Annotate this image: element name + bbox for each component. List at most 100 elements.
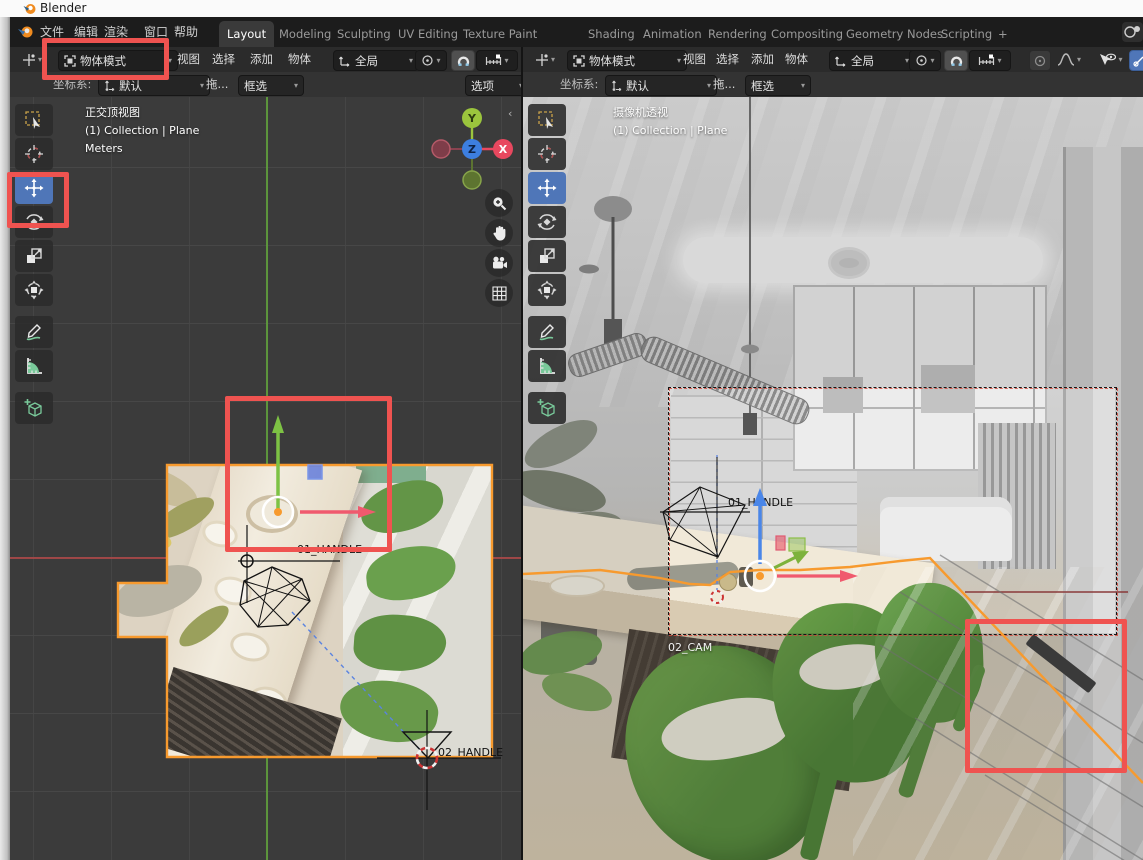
select-mode-dropdown[interactable]: 框选 ▾ [745,75,811,96]
menu-help[interactable]: 帮助 [174,17,198,47]
empty-02-handle-wireframe[interactable] [365,702,515,822]
mode-selector-label: 物体模式 [80,52,126,70]
measure-tool[interactable] [15,350,53,382]
menu-view[interactable]: 视图 [683,47,706,72]
rotate-tool-icon [24,212,44,232]
editor-type-button[interactable]: ▾ [529,50,561,69]
add-workspace-button[interactable]: + [990,21,1016,47]
show-overlays-toggle[interactable] [1129,50,1143,71]
select-box-tool[interactable] [15,104,53,136]
drag-label[interactable]: 拖... [206,72,228,97]
gizmo-z-plane-handle[interactable] [308,465,322,479]
viewport-splitter[interactable] [521,47,523,860]
move-tool[interactable] [15,172,53,204]
transform-tool[interactable] [528,274,566,306]
tab-texture-paint[interactable]: Texture Paint [455,21,545,47]
blender-logo-icon[interactable] [18,25,34,39]
gizmo-x-arrow[interactable] [840,570,858,582]
measure-tool-icon [537,356,557,376]
move-tool[interactable] [528,172,566,204]
pivot-point-dropdown[interactable]: ▾ [909,50,941,71]
snap-with-dropdown[interactable]: ▾ [476,50,518,71]
annotate-tool[interactable] [15,316,53,348]
tab-sculpting[interactable]: Sculpting [329,21,399,47]
select-box-tool[interactable] [528,104,566,136]
tab-animation[interactable]: Animation [635,21,710,47]
cursor-tool[interactable] [528,138,566,170]
proportional-falloff-dropdown[interactable]: ▾ [1050,50,1088,69]
add-cube-tool[interactable] [15,392,53,424]
rotate-tool-icon [537,212,557,232]
annotate-tool-icon [537,322,557,342]
transform-tool[interactable] [15,274,53,306]
rotate-tool[interactable] [15,206,53,238]
snap-with-dropdown[interactable]: ▾ [969,50,1011,71]
tab-layout[interactable]: Layout [219,21,274,47]
scale-tool[interactable] [15,240,53,272]
gizmo-x-plane-handle[interactable] [776,536,785,550]
scene-selector-icon[interactable] [1122,22,1143,42]
mode-selector-dropdown[interactable]: 物体模式 ▾ [58,50,178,71]
window-title: Blender [40,1,87,15]
camera-view-button[interactable] [485,249,513,277]
axis-neg-y-ball[interactable] [463,171,481,189]
transform-orientation-dropdown[interactable]: 全局 ▾ [829,50,915,71]
zoom-button[interactable] [485,189,513,217]
drag-label[interactable]: 拖... [713,72,735,97]
menu-object[interactable]: 物体 [288,47,311,72]
cursor-tool-icon [537,144,557,164]
left-viewport-toolbar [15,104,55,424]
annotate-tool[interactable] [528,316,566,348]
coordinate-system-dropdown[interactable]: 默认 ▾ [98,75,210,96]
rotate-tool[interactable] [528,206,566,238]
menu-edit[interactable]: 编辑 [74,17,98,47]
right-3d-viewport[interactable]: 01_HANDLE 02_CAM 摄像机透视 (1) Collection | … [523,97,1143,860]
pivot-point-dropdown[interactable]: ▾ [415,50,447,71]
editor-type-button[interactable]: ▾ [16,50,48,69]
menu-view[interactable]: 视图 [177,47,200,72]
left-3d-viewport[interactable]: 01_HANDLE 02_HANDLE 正交顶视图 (1) Collection… [10,97,521,860]
axis-neg-x-ball[interactable] [432,140,450,158]
gizmo-z-arrow[interactable] [753,488,767,506]
proportional-edit-toggle[interactable] [1029,50,1051,71]
menu-add[interactable]: 添加 [250,47,273,72]
snap-toggle-button[interactable] [451,50,475,71]
coordinate-axis-icon [611,80,622,92]
grid-toggle-button[interactable] [485,279,513,307]
menu-file[interactable]: 文件 [40,17,64,47]
menu-select[interactable]: 选择 [212,47,235,72]
menu-add[interactable]: 添加 [751,47,774,72]
tab-shading[interactable]: Shading [580,21,643,47]
cursor-tool[interactable] [15,138,53,170]
coordinate-system-dropdown[interactable]: 默认 ▾ [605,75,717,96]
scale-tool[interactable] [528,240,566,272]
left-tool-settings-bar: 坐标系: 默认 ▾ 拖... 框选 ▾ 选项 ▾ [10,72,521,98]
add-cube-tool[interactable] [528,392,566,424]
gizmo-y-arrow[interactable] [272,415,284,433]
sidebar-collapse-arrow[interactable]: ‹ [508,107,512,120]
move-gizmo[interactable] [708,472,868,612]
snap-toggle-button[interactable] [944,50,968,71]
add-cube-tool-icon [537,398,557,418]
select-mode-dropdown[interactable]: 框选 ▾ [238,75,304,96]
navigation-axis-gizmo[interactable]: Y X Z [430,107,514,191]
transform-tool-icon [537,280,557,300]
menu-window[interactable]: 窗口 [144,17,168,47]
move-gizmo[interactable] [228,407,398,537]
show-gizmo-icon [1099,53,1116,67]
falloff-curve-icon [1057,53,1075,66]
gizmo-y-plane-handle[interactable] [789,538,805,551]
menu-object[interactable]: 物体 [785,47,808,72]
toolbar-separator [15,308,55,314]
gizmo-x-arrow[interactable] [358,506,376,518]
view-name-overlay: 正交顶视图 [85,104,140,122]
menu-render[interactable]: 渲染 [104,17,128,47]
transform-orientation-dropdown[interactable]: 全局 ▾ [333,50,419,71]
menu-select[interactable]: 选择 [716,47,739,72]
object-mode-icon [573,55,585,67]
measure-tool[interactable] [528,350,566,382]
show-gizmo-dropdown[interactable]: ▾ [1093,50,1129,69]
pan-button[interactable] [485,219,513,247]
mode-selector-dropdown[interactable]: 物体模式 ▾ [567,50,687,71]
options-dropdown[interactable]: 选项 ▾ [465,75,529,96]
